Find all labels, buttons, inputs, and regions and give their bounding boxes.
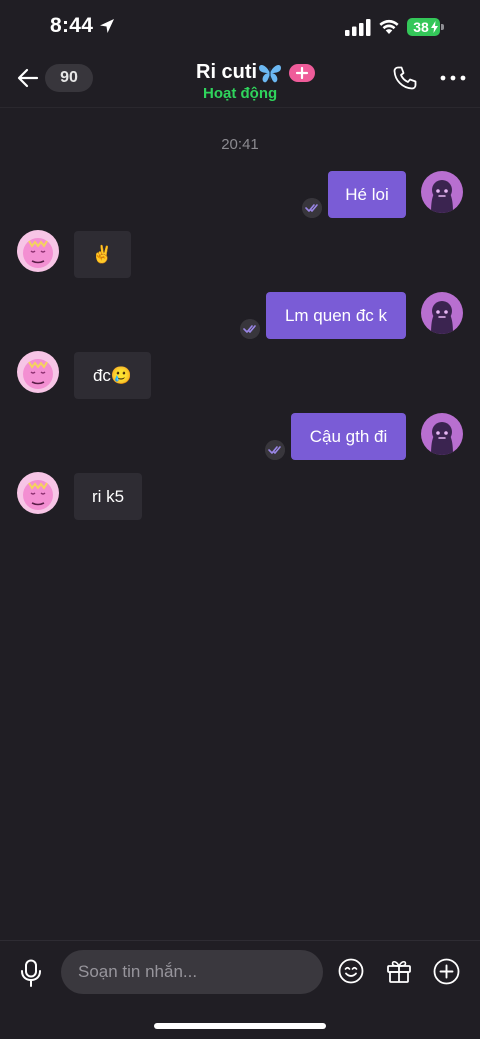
message-bubble-incoming[interactable]: đc🥲: [74, 352, 151, 399]
message-input[interactable]: [61, 950, 323, 994]
emoji-icon[interactable]: [338, 958, 364, 984]
status-time: 8:44: [50, 14, 94, 37]
plus-icon: [295, 66, 309, 80]
phone-icon[interactable]: [392, 65, 418, 91]
my-avatar[interactable]: [421, 171, 463, 213]
message-bubble-outgoing[interactable]: Cậu gth đi: [291, 413, 406, 460]
message-bubble-incoming[interactable]: ri k5: [74, 473, 142, 520]
unread-count-badge[interactable]: 90: [45, 64, 93, 92]
my-avatar[interactable]: [421, 413, 463, 455]
back-arrow-icon[interactable]: [16, 66, 40, 90]
wifi-icon: [379, 19, 399, 34]
add-icon[interactable]: [433, 958, 460, 985]
cellular-signal-icon: [345, 19, 371, 36]
status-bar: 8:44 38: [0, 0, 480, 56]
home-indicator[interactable]: [154, 1023, 326, 1029]
butterfly-icon: [259, 65, 281, 83]
contact-status: Hoạt động: [203, 85, 278, 102]
gift-icon[interactable]: [386, 958, 412, 984]
contact-avatar[interactable]: [17, 230, 59, 272]
contact-avatar[interactable]: [17, 351, 59, 393]
plus-badge[interactable]: [289, 64, 315, 82]
message-bubble-outgoing[interactable]: Lm quen đc k: [266, 292, 406, 339]
my-avatar[interactable]: [421, 292, 463, 334]
contact-avatar[interactable]: [17, 472, 59, 514]
contact-name[interactable]: Ri cuti: [196, 61, 257, 84]
read-receipt-icon: [240, 319, 260, 339]
microphone-icon[interactable]: [19, 959, 43, 987]
more-options-icon[interactable]: [440, 74, 466, 82]
read-receipt-icon: [265, 440, 285, 460]
location-arrow-icon: [100, 19, 114, 33]
message-bubble-incoming[interactable]: ✌️: [74, 231, 131, 278]
chat-timestamp: 20:41: [221, 136, 259, 153]
charging-bolt-icon: [431, 21, 438, 33]
chat-header: 90 Ri cuti Hoạt động: [0, 56, 480, 108]
message-bubble-outgoing[interactable]: Hé loi: [328, 171, 406, 218]
battery-indicator: 38: [407, 18, 444, 36]
read-receipt-icon: [302, 198, 322, 218]
